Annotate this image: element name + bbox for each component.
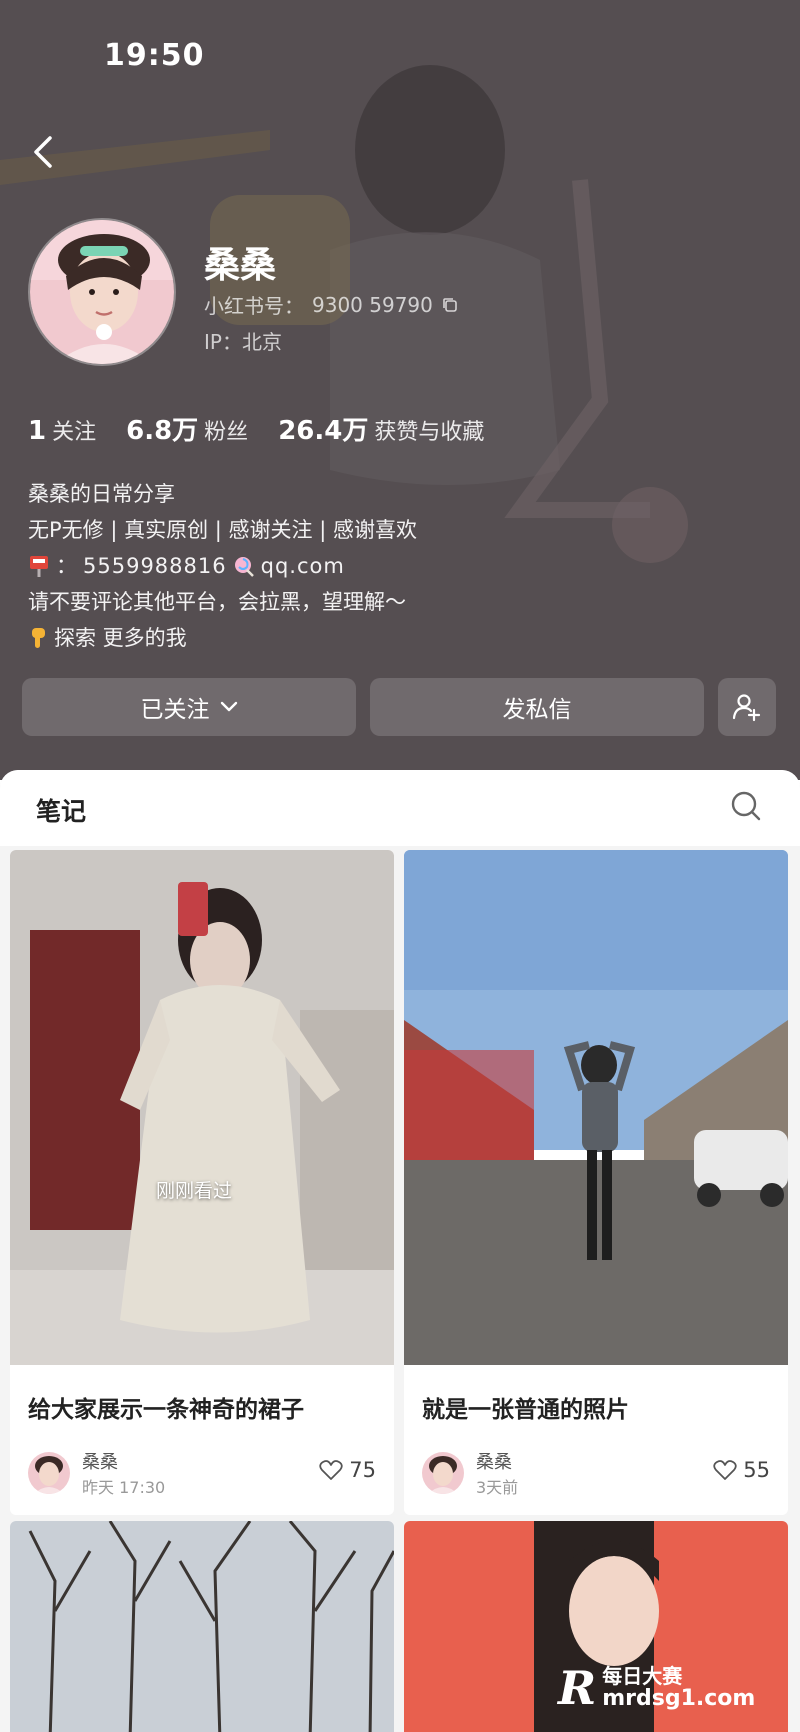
bio-explore-line[interactable]: 探索 更多的我: [28, 620, 417, 656]
recommend-users-button[interactable]: [718, 678, 776, 736]
author-avatar-image: [422, 1452, 464, 1494]
recently-viewed-tag: 刚刚看过: [156, 1180, 233, 1202]
note-card[interactable]: 刚刚看过 给大家展示一条神奇的裙子 桑桑 昨天 17:30 75: [10, 850, 394, 1515]
avatar-image: [30, 220, 174, 364]
bio-email-line: ： 5559988816 qq.com: [28, 548, 417, 584]
email-value: 5559988816: [83, 554, 227, 578]
author-avatar[interactable]: [422, 1452, 464, 1494]
note-cover-image: [404, 850, 788, 1365]
chevron-down-icon: [220, 701, 237, 712]
mailbox-icon: [30, 556, 48, 577]
note-title: 给大家展示一条神奇的裙子: [28, 1397, 304, 1423]
redbook-id-label: 小红书号：: [204, 294, 304, 318]
stat-label: 关注: [52, 420, 97, 445]
lollipop-icon: [234, 557, 254, 577]
author-name: 桑桑: [476, 1452, 512, 1473]
note-author-row: 桑桑 3天前 55: [422, 1448, 770, 1498]
watermark-text: 每日大赛 mrdsg1.com: [602, 1665, 755, 1711]
copy-icon[interactable]: [441, 296, 459, 314]
chevron-left-icon: [34, 136, 52, 168]
stat-label: 粉丝: [204, 420, 249, 445]
stat-following[interactable]: 1 关注: [28, 414, 96, 446]
stat-value: 6.8万: [126, 416, 199, 446]
bio-line: 请不要评论其他平台，会拉黑，望理解～: [28, 590, 406, 614]
email-separator: ：: [56, 554, 77, 578]
like-button[interactable]: 75: [319, 1458, 376, 1482]
explore-more-text: 探索 更多的我: [54, 626, 187, 650]
send-message-label: 发私信: [502, 697, 572, 723]
email-domain: qq.com: [260, 554, 345, 578]
back-button[interactable]: [26, 130, 66, 174]
pointing-down-hand-icon: [32, 628, 45, 648]
followed-button[interactable]: 已关注: [22, 678, 356, 736]
stat-likes-collects[interactable]: 26.4万 获赞与收藏: [278, 410, 484, 447]
post-time: 3天前: [476, 1478, 519, 1497]
notes-tabbar: 笔记: [0, 770, 800, 846]
stat-value: 1: [28, 416, 47, 446]
note-title: 就是一张普通的照片: [422, 1397, 629, 1423]
search-notes-button[interactable]: [728, 788, 764, 824]
note-cover-image: [10, 850, 394, 1365]
profile-stats: 1 关注 6.8万 粉丝 26.4万 获赞与收藏: [28, 410, 484, 447]
ip-location: IP：北京: [204, 330, 282, 354]
notes-panel: 笔记 刚刚看过 给大家展示一条神奇的裙子 桑桑 昨天 17:30 75 就是一张…: [0, 770, 800, 1732]
bio-line: 无P无修 | 真实原创 | 感谢关注 | 感谢喜欢: [28, 518, 417, 542]
profile-header: 19:50 桑桑 小红书号： 9300 59790 IP：北京 1 关注 6.8…: [0, 0, 800, 780]
like-button[interactable]: 55: [713, 1458, 770, 1482]
author-avatar-image: [28, 1452, 70, 1494]
site-watermark: R 每日大赛 mrdsg1.com: [558, 1656, 794, 1720]
heart-icon: [713, 1460, 737, 1480]
redbook-id[interactable]: 小红书号： 9300 59790: [204, 290, 459, 319]
watermark-cn: 每日大赛: [602, 1663, 683, 1688]
followed-label: 已关注: [140, 697, 210, 723]
like-count: 75: [349, 1458, 376, 1482]
profile-avatar[interactable]: [28, 218, 176, 366]
tab-notes[interactable]: 笔记: [36, 792, 86, 828]
author-name: 桑桑: [82, 1452, 118, 1473]
redbook-id-value: 9300 59790: [312, 292, 433, 317]
send-message-button[interactable]: 发私信: [370, 678, 704, 736]
watermark-url: mrdsg1.com: [602, 1685, 756, 1711]
stat-followers[interactable]: 6.8万 粉丝: [126, 410, 248, 447]
post-time: 昨天 17:30: [82, 1478, 166, 1497]
like-count: 55: [743, 1458, 770, 1482]
add-user-icon: [732, 694, 761, 722]
note-cover-image: [10, 1521, 394, 1732]
bio-line: 桑桑的日常分享: [28, 482, 175, 506]
stat-label: 获赞与收藏: [374, 420, 485, 445]
profile-bio: 桑桑的日常分享 无P无修 | 真实原创 | 感谢关注 | 感谢喜欢 ： 5559…: [28, 476, 417, 656]
heart-icon: [319, 1460, 343, 1480]
author-avatar[interactable]: [28, 1452, 70, 1494]
watermark-logo: R: [558, 1661, 597, 1715]
note-author-row: 桑桑 昨天 17:30 75: [28, 1448, 376, 1498]
note-card[interactable]: 就是一张普通的照片 桑桑 3天前 55: [404, 850, 788, 1515]
note-card[interactable]: [10, 1521, 394, 1732]
header-background-photo: [0, 0, 800, 780]
status-bar-time: 19:50: [104, 38, 205, 73]
search-icon: [731, 791, 761, 821]
stat-value: 26.4万: [278, 416, 369, 446]
profile-nickname: 桑桑: [204, 245, 277, 286]
